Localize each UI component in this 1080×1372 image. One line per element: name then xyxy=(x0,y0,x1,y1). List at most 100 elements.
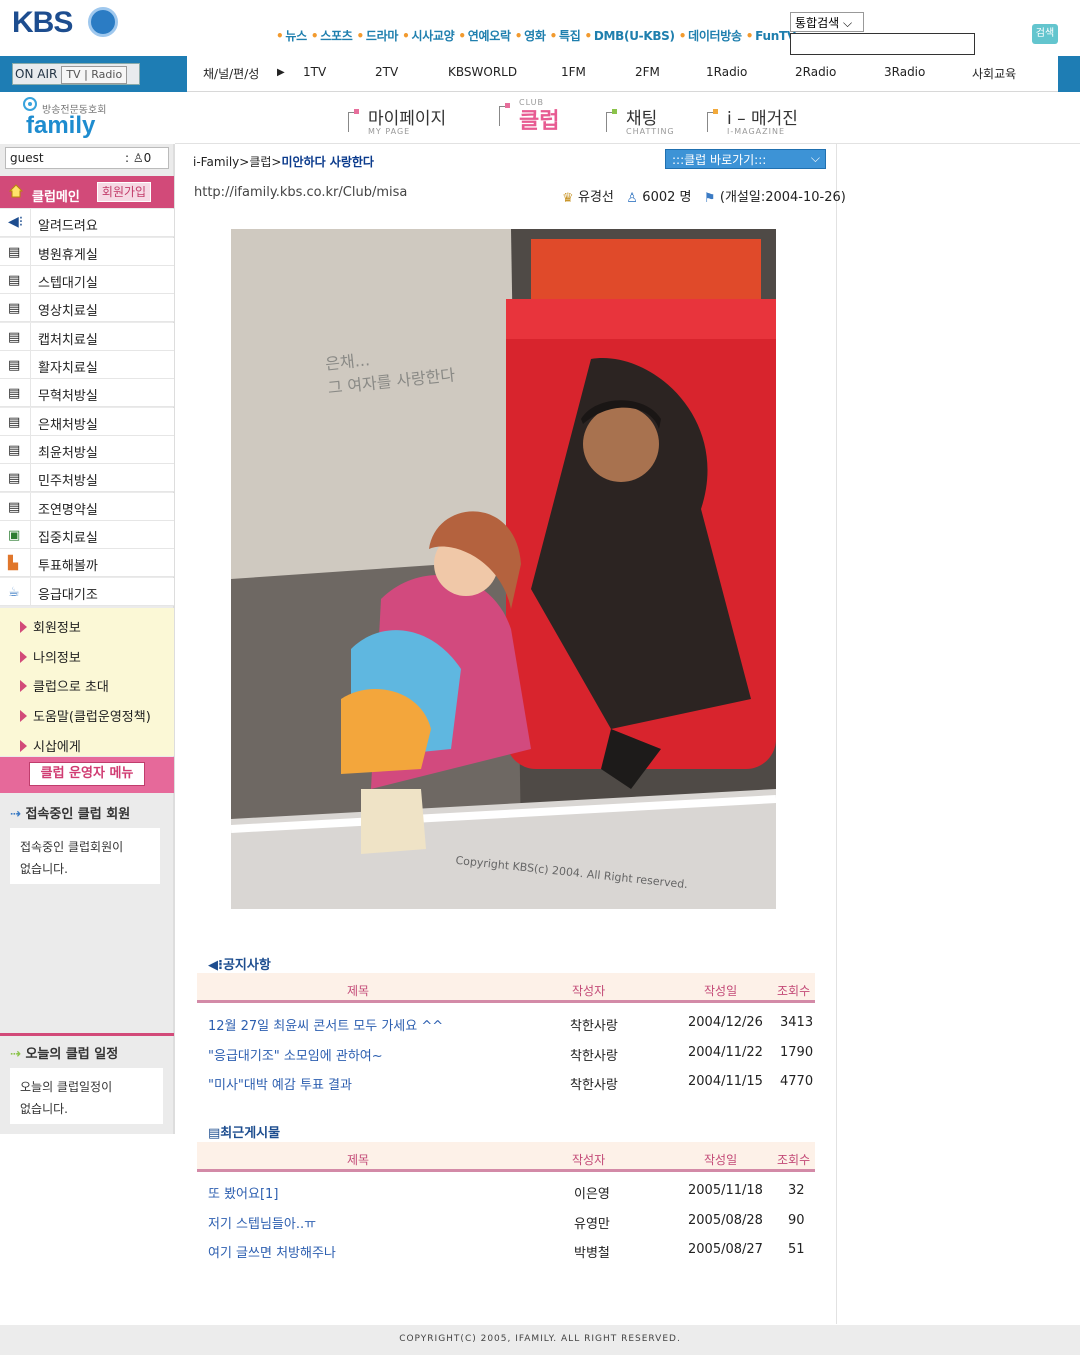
sidebar-item-intensive[interactable]: ▣ 집중치료실 xyxy=(0,521,174,549)
onair-tv-radio-toggle[interactable]: TV | Radio xyxy=(61,66,128,84)
top-link-movie[interactable]: 영화 xyxy=(515,29,546,43)
breadcrumb-path[interactable]: i-Family>클럽> xyxy=(193,155,281,169)
menu-imagazine[interactable]: i – 매거진 I-MAGAZINE xyxy=(707,104,798,136)
post-title[interactable]: 12월 27일 최윤씨 콘서트 모두 가세요 ^^ xyxy=(208,1015,443,1034)
separator xyxy=(30,323,31,351)
sidebar-item-choiyun[interactable]: ▤ 최윤처방실 xyxy=(0,436,174,464)
nav-schedule[interactable]: 채/널/편/성 xyxy=(203,65,259,82)
sidebar-item-label: 스텝대기실 xyxy=(38,276,98,291)
table-row[interactable]: 12월 27일 최윤씨 콘서트 모두 가세요 ^^ 착한사랑 2004/12/26 3… xyxy=(197,1006,815,1036)
nav-2tv[interactable]: 2TV xyxy=(375,65,398,79)
menu-mark xyxy=(606,112,614,132)
nav-kbsworld[interactable]: KBSWORLD xyxy=(448,65,517,79)
separator xyxy=(30,294,31,322)
sidebar-item-notice[interactable]: ◀⁝ 알려드려요 xyxy=(0,209,174,237)
post-title[interactable]: "미사"대박 예감 투표 결과 xyxy=(208,1074,352,1093)
nav-2radio[interactable]: 2Radio xyxy=(795,65,836,79)
table-row[interactable]: 여기 글쓰면 처방해주나 박병철 2005/08/27 51 xyxy=(197,1233,815,1263)
top-link-funtv[interactable]: FunTV xyxy=(746,29,796,43)
menu-mark xyxy=(707,112,715,132)
post-views: 90 xyxy=(788,1213,805,1228)
sidebar-item-minju[interactable]: ▤ 민주처방실 xyxy=(0,464,174,492)
schedule-title: ⇢ 오늘의 클럽 일정 xyxy=(10,1043,118,1062)
search-input[interactable] xyxy=(790,33,975,55)
sidebar-item-vote[interactable]: ▙ 투표해볼까 xyxy=(0,549,174,577)
onair-tv[interactable]: TV xyxy=(66,68,80,81)
top-link-drama[interactable]: 드라마 xyxy=(356,29,398,43)
col-author: 작성자 xyxy=(572,984,606,998)
table-row[interactable]: "미사"대박 예감 투표 결과 착한사랑 2004/11/15 4770 xyxy=(197,1065,815,1095)
table-row[interactable]: "응급대기조" 소모임에 관하여~ 착한사랑 2004/11/22 1790 xyxy=(197,1036,815,1066)
recent-title[interactable]: ▤최근게시물 xyxy=(208,1122,280,1141)
menu-dot xyxy=(505,103,510,108)
nav-social-education[interactable]: 사회교육 xyxy=(972,65,1016,82)
club-shortcut-select[interactable]: :::클럽 바로가기::: ⌵ xyxy=(665,149,826,169)
separator xyxy=(30,238,31,266)
post-date: 2005/11/18 xyxy=(688,1183,763,1198)
top-link-data[interactable]: 데이터방송 xyxy=(679,29,742,43)
nav-1fm[interactable]: 1FM xyxy=(561,65,586,79)
col-date: 작성일 xyxy=(704,984,738,998)
post-title[interactable]: 또 봤어요[1] xyxy=(208,1183,278,1202)
sidebar-item-staff[interactable]: ▤ 스텝대기실 xyxy=(0,266,174,294)
join-button[interactable]: 회원가입 xyxy=(97,182,151,202)
info-help[interactable]: 도움말(클럽운영정책) xyxy=(20,706,151,725)
menu-mypage[interactable]: 마이페이지 MY PAGE xyxy=(348,104,446,136)
info-mine[interactable]: 나의정보 xyxy=(20,647,81,666)
post-date: 2004/11/22 xyxy=(688,1045,763,1060)
search-scope-value: 통합검색 xyxy=(795,16,840,30)
sidebar-item-eunchae[interactable]: ▤ 은채처방실 xyxy=(0,408,174,436)
post-title[interactable]: 저기 스텝님들아..ㅠ xyxy=(208,1213,316,1232)
menu-chatting[interactable]: 채팅 CHATTING xyxy=(606,104,675,136)
nav-1tv[interactable]: 1TV xyxy=(303,65,326,79)
notice-title[interactable]: ◀⁝공지사항 xyxy=(208,954,271,973)
table-row[interactable]: 또 봤어요[1] 이은영 2005/11/18 32 xyxy=(197,1174,815,1204)
club-main-label[interactable]: 클럽메인 xyxy=(32,186,80,205)
sidebar-item-emergency[interactable]: ☕ 응급대기조 xyxy=(0,578,174,606)
top-link-sports[interactable]: 스포츠 xyxy=(311,29,353,43)
top-link-special[interactable]: 특집 xyxy=(550,29,581,43)
top-link-entertainment[interactable]: 연예오락 xyxy=(458,29,511,43)
sidebar-item-label: 무혁처방실 xyxy=(38,389,98,404)
separator xyxy=(30,578,31,606)
search-button[interactable]: 검색 xyxy=(1032,24,1058,44)
kbs-logo[interactable]: KBS xyxy=(12,6,73,40)
club-main-photo: 은채... 그 여자를 사랑한다 xyxy=(231,229,776,909)
info-invite[interactable]: 클럽으로 초대 xyxy=(20,676,109,695)
search-scope-select[interactable]: 통합검색 ⌵ xyxy=(790,12,864,32)
board-icon: ▤ xyxy=(8,443,21,458)
nav-3radio[interactable]: 3Radio xyxy=(884,65,925,79)
table-row[interactable]: 저기 스텝님들아..ㅠ 유영만 2005/08/28 90 xyxy=(197,1204,815,1234)
online-members-box: 접속중인 클럽회원이 없습니다. xyxy=(10,828,160,884)
post-title[interactable]: "응급대기조" 소모임에 관하여~ xyxy=(208,1045,383,1064)
info-sysop[interactable]: 시삽에게 xyxy=(20,736,81,755)
post-date: 2005/08/28 xyxy=(688,1213,763,1228)
sidebar-item-capture[interactable]: ▤ 캡처치료실 xyxy=(0,323,174,351)
operator-menu-button[interactable]: 클럽 운영자 메뉴 xyxy=(29,762,145,786)
onair-radio[interactable]: Radio xyxy=(91,68,122,81)
sidebar-item-label: 투표해볼까 xyxy=(38,559,98,574)
post-views: 51 xyxy=(788,1242,805,1257)
separator xyxy=(30,436,31,464)
top-link-culture[interactable]: 시사교양 xyxy=(402,29,455,43)
sidebar-item-muhyuk[interactable]: ▤ 무혁처방실 xyxy=(0,379,174,407)
post-author: 착한사랑 xyxy=(570,1078,618,1093)
sidebar-item-text[interactable]: ▤ 활자치료실 xyxy=(0,351,174,379)
info-member[interactable]: 회원정보 xyxy=(20,617,81,636)
sidebar-item-supporting[interactable]: ▤ 조연명약실 xyxy=(0,493,174,521)
onair-box[interactable]: ON AIR TV | Radio xyxy=(12,63,140,85)
breadcrumb: i-Family>클럽>미안하다 사랑한다 xyxy=(193,153,374,170)
club-url[interactable]: http://ifamily.kbs.co.kr/Club/misa xyxy=(194,185,407,200)
sidebar-item-lounge[interactable]: ▤ 병원휴게실 xyxy=(0,238,174,266)
arrow-icon: ⇢ xyxy=(10,807,21,822)
nav-2fm[interactable]: 2FM xyxy=(635,65,660,79)
nav-1radio[interactable]: 1Radio xyxy=(706,65,747,79)
family-logo[interactable]: family xyxy=(26,112,95,140)
speaker-icon: ◀⁝ xyxy=(8,214,24,230)
sidebar-item-video[interactable]: ▤ 영상치료실 xyxy=(0,294,174,322)
top-link-dmb[interactable]: DMB(U-KBS) xyxy=(584,29,675,43)
post-title[interactable]: 여기 글쓰면 처방해주나 xyxy=(208,1242,336,1261)
top-link-news[interactable]: 뉴스 xyxy=(276,29,307,43)
menu-club-label: 클럽 xyxy=(519,109,560,134)
menu-club[interactable]: CLUB 클럽 xyxy=(499,98,560,135)
